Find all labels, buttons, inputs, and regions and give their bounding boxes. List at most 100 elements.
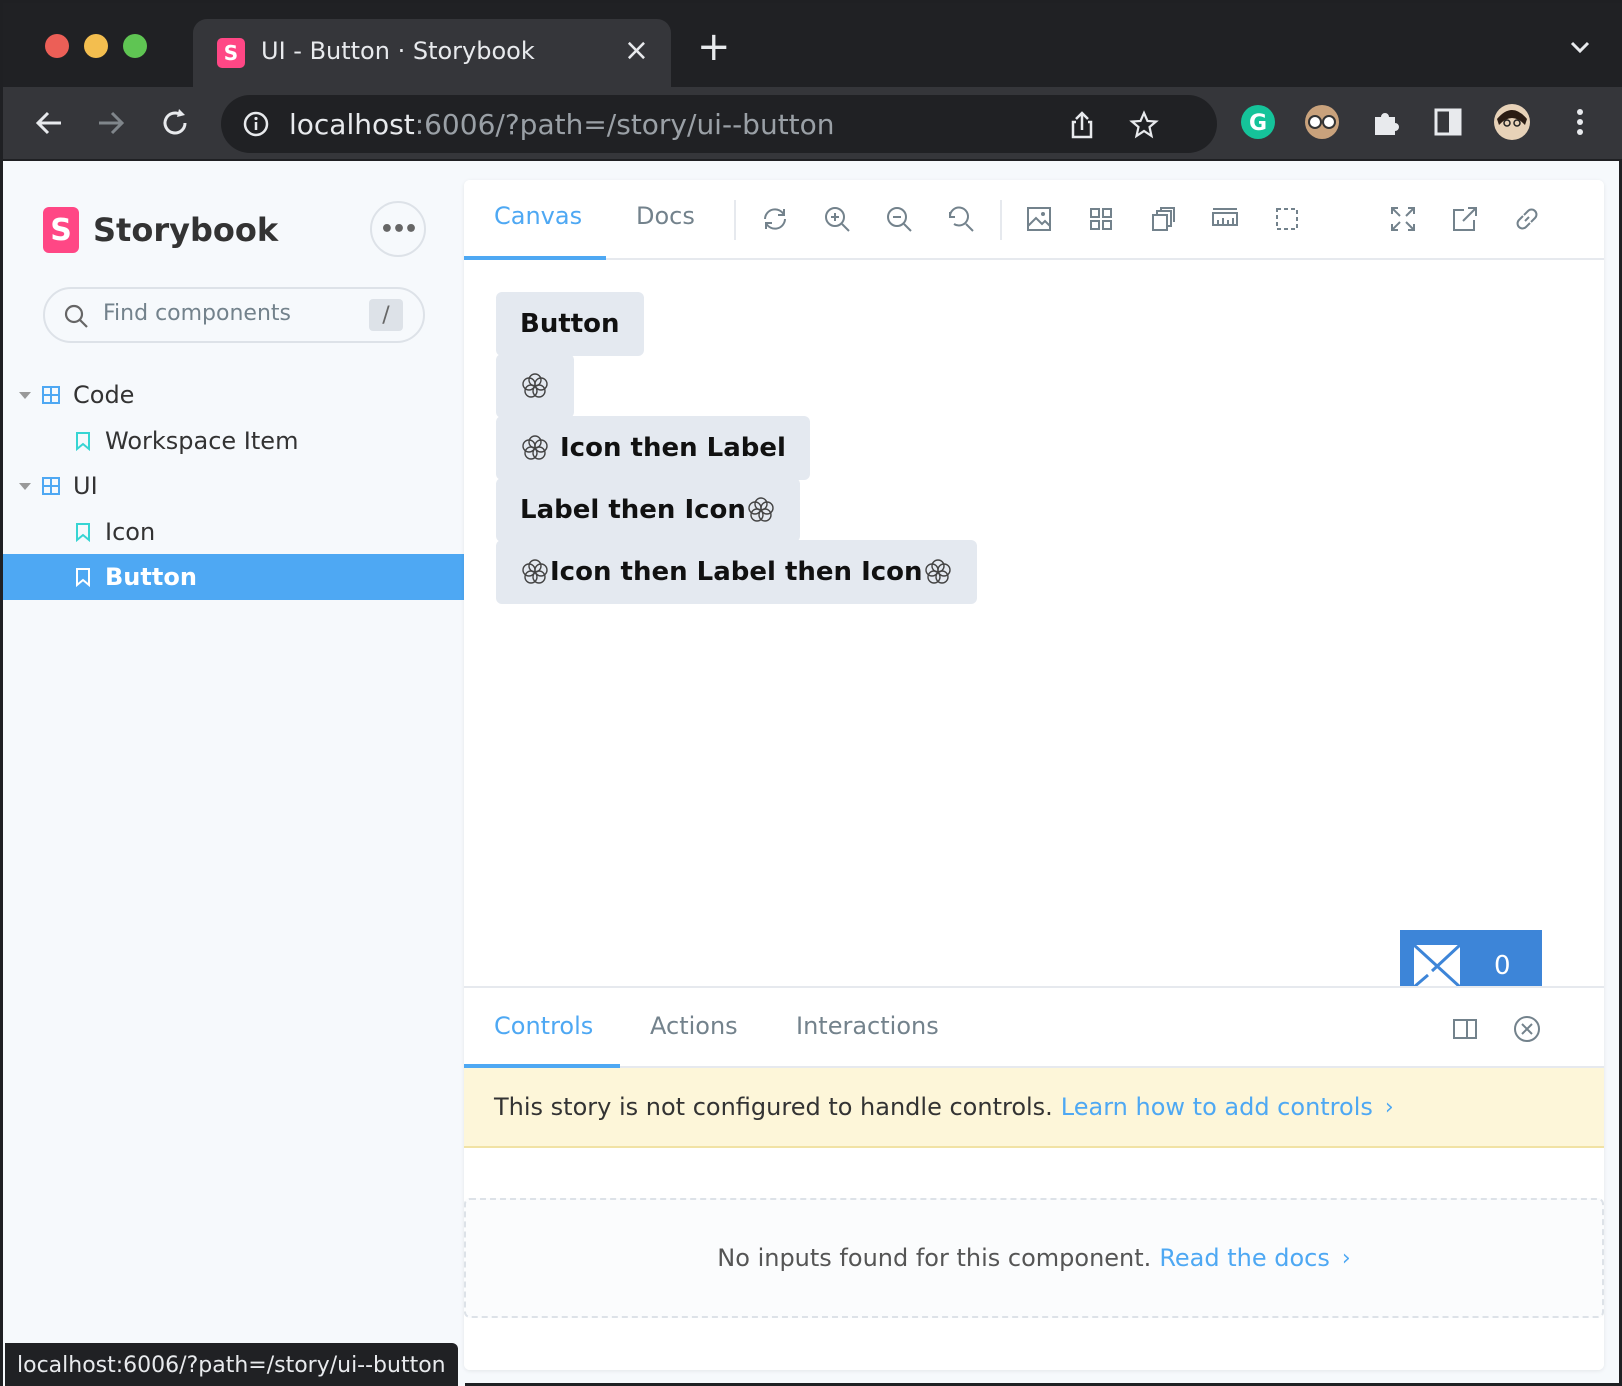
bookmark-icon — [76, 432, 90, 451]
sidebar-item-label: Workspace Item — [105, 427, 299, 455]
envelope-icon — [1412, 943, 1462, 989]
tab-actions[interactable]: Actions — [650, 1012, 738, 1040]
story-canvas: Button Icon then Label Label then Icon Icon… — [464, 260, 1604, 1002]
viewport-icon[interactable] — [1148, 204, 1178, 234]
chevron-down-icon[interactable] — [1566, 33, 1594, 61]
sidebar-item-label: Button — [105, 563, 197, 591]
demo-button[interactable] — [496, 354, 574, 418]
empty-text: No inputs found for this component. — [717, 1244, 1152, 1272]
notice-text: This story is not configured to handle c… — [494, 1093, 1053, 1121]
flower-icon — [522, 373, 548, 398]
outline-icon[interactable] — [1272, 204, 1302, 234]
flower-icon — [924, 559, 951, 584]
zoom-out-icon[interactable] — [884, 204, 914, 234]
learn-controls-link[interactable]: Learn how to add controls — [1061, 1093, 1373, 1121]
addons-panel: Controls Actions Interactions This story… — [464, 986, 1604, 1370]
caret-down-icon — [19, 391, 31, 399]
storybook-logo-icon: S — [43, 207, 79, 253]
bookmark-icon — [76, 568, 90, 587]
storybook-sidebar: S Storybook ••• Find components / Code W… — [3, 161, 465, 1386]
tab-interactions[interactable]: Interactions — [796, 1012, 939, 1040]
badge-count: 0 — [1494, 951, 1511, 981]
side-panel-icon[interactable] — [1429, 103, 1467, 141]
read-docs-link[interactable]: Read the docs — [1159, 1244, 1330, 1272]
more-vertical-icon[interactable] — [1561, 103, 1599, 141]
info-icon[interactable] — [243, 111, 269, 137]
share-icon[interactable] — [1067, 110, 1097, 140]
maximize-window-button[interactable] — [123, 34, 147, 58]
demo-button[interactable]: Icon then Label — [496, 416, 810, 480]
tab-canvas[interactable]: Canvas — [494, 202, 582, 230]
forward-arrow-icon[interactable] — [93, 105, 129, 141]
flower-icon — [522, 559, 548, 584]
flower-icon — [522, 435, 548, 460]
copy-link-icon[interactable] — [1512, 204, 1542, 234]
back-arrow-icon[interactable] — [31, 105, 67, 141]
menu-button[interactable]: ••• — [370, 201, 426, 257]
panel-orientation-icon[interactable] — [1450, 1014, 1480, 1044]
close-tab-icon[interactable]: × — [624, 33, 649, 69]
close-window-button[interactable] — [45, 34, 69, 58]
measure-ruler-icon[interactable] — [1210, 204, 1240, 234]
open-new-tab-icon[interactable] — [1450, 204, 1480, 234]
toolbar-divider — [1000, 200, 1002, 240]
grid-icon[interactable] — [1086, 204, 1116, 234]
sidebar-item-label: Code — [73, 381, 135, 409]
url-text: localhost:6006/?path=/story/ui--button — [289, 108, 835, 141]
demo-button[interactable]: Label then Icon — [496, 478, 800, 542]
sidebar-item-icon[interactable]: Icon — [3, 509, 465, 555]
caret-down-icon — [19, 482, 31, 490]
reload-icon[interactable] — [157, 105, 193, 141]
sidebar-item-label: UI — [73, 472, 98, 500]
browser-titlebar: S UI - Button · Storybook × + — [3, 3, 1622, 87]
browser-toolbar: localhost:6006/?path=/story/ui--button G — [3, 87, 1622, 161]
chevron-right-icon: › — [1341, 1245, 1351, 1271]
search-icon — [64, 304, 88, 328]
zoom-in-icon[interactable] — [822, 204, 852, 234]
flower-icon — [748, 497, 774, 522]
brand[interactable]: S Storybook — [43, 207, 278, 253]
minimize-window-button[interactable] — [84, 34, 108, 58]
svg-text:G: G — [1249, 111, 1267, 136]
grammarly-extension-icon[interactable]: G — [1239, 103, 1277, 141]
sidebar-item-button[interactable]: Button — [3, 554, 465, 600]
search-shortcut-key: / — [369, 299, 403, 331]
link-status-bar: localhost:6006/?path=/story/ui--button — [5, 1343, 458, 1386]
browser-tab[interactable]: S UI - Button · Storybook × — [193, 19, 671, 87]
avatar[interactable] — [1493, 103, 1531, 141]
component-icon — [42, 386, 60, 404]
brand-name: Storybook — [93, 211, 279, 249]
chevron-right-icon: › — [1384, 1094, 1394, 1120]
fullscreen-icon[interactable] — [1388, 204, 1418, 234]
glasses-extension-icon[interactable] — [1303, 103, 1341, 141]
no-inputs-message: No inputs found for this component. Read… — [464, 1198, 1604, 1318]
zoom-reset-icon[interactable] — [946, 204, 976, 234]
background-image-icon[interactable] — [1024, 204, 1054, 234]
bookmark-star-icon[interactable] — [1129, 110, 1159, 140]
controls-notice: This story is not configured to handle c… — [464, 1068, 1604, 1148]
sidebar-item-label: Icon — [105, 518, 156, 546]
preview-toolbar: Canvas Docs — [464, 180, 1604, 260]
storybook-main-panel: Canvas Docs Button Icon then Label Label t… — [464, 180, 1604, 1370]
tab-docs[interactable]: Docs — [636, 202, 695, 230]
demo-button[interactable]: Icon then Label then Icon — [496, 540, 977, 604]
demo-button-label: Button — [520, 309, 620, 339]
demo-button-label: Label then Icon — [520, 495, 746, 525]
sidebar-item-ui[interactable]: UI — [3, 463, 465, 509]
tab-title: UI - Button · Storybook — [261, 37, 535, 65]
browser-window: S UI - Button · Storybook × + localhost:… — [0, 0, 1622, 1386]
new-tab-icon[interactable]: + — [697, 27, 731, 67]
component-icon — [42, 477, 60, 495]
address-bar[interactable]: localhost:6006/?path=/story/ui--button — [221, 95, 1217, 153]
extensions-puzzle-icon[interactable] — [1367, 103, 1405, 141]
storybook-favicon-icon: S — [217, 38, 245, 68]
demo-button-label: Icon then Label — [560, 433, 786, 463]
search-input[interactable]: Find components / — [43, 287, 425, 343]
demo-button[interactable]: Button — [496, 292, 644, 356]
tab-controls[interactable]: Controls — [494, 1012, 593, 1040]
remount-icon[interactable] — [760, 204, 790, 234]
sidebar-item-code[interactable]: Code — [3, 372, 465, 418]
close-panel-icon[interactable] — [1512, 1014, 1542, 1044]
sidebar-item-workspace-item[interactable]: Workspace Item — [3, 418, 465, 464]
addons-tabbar: Controls Actions Interactions — [464, 988, 1604, 1068]
